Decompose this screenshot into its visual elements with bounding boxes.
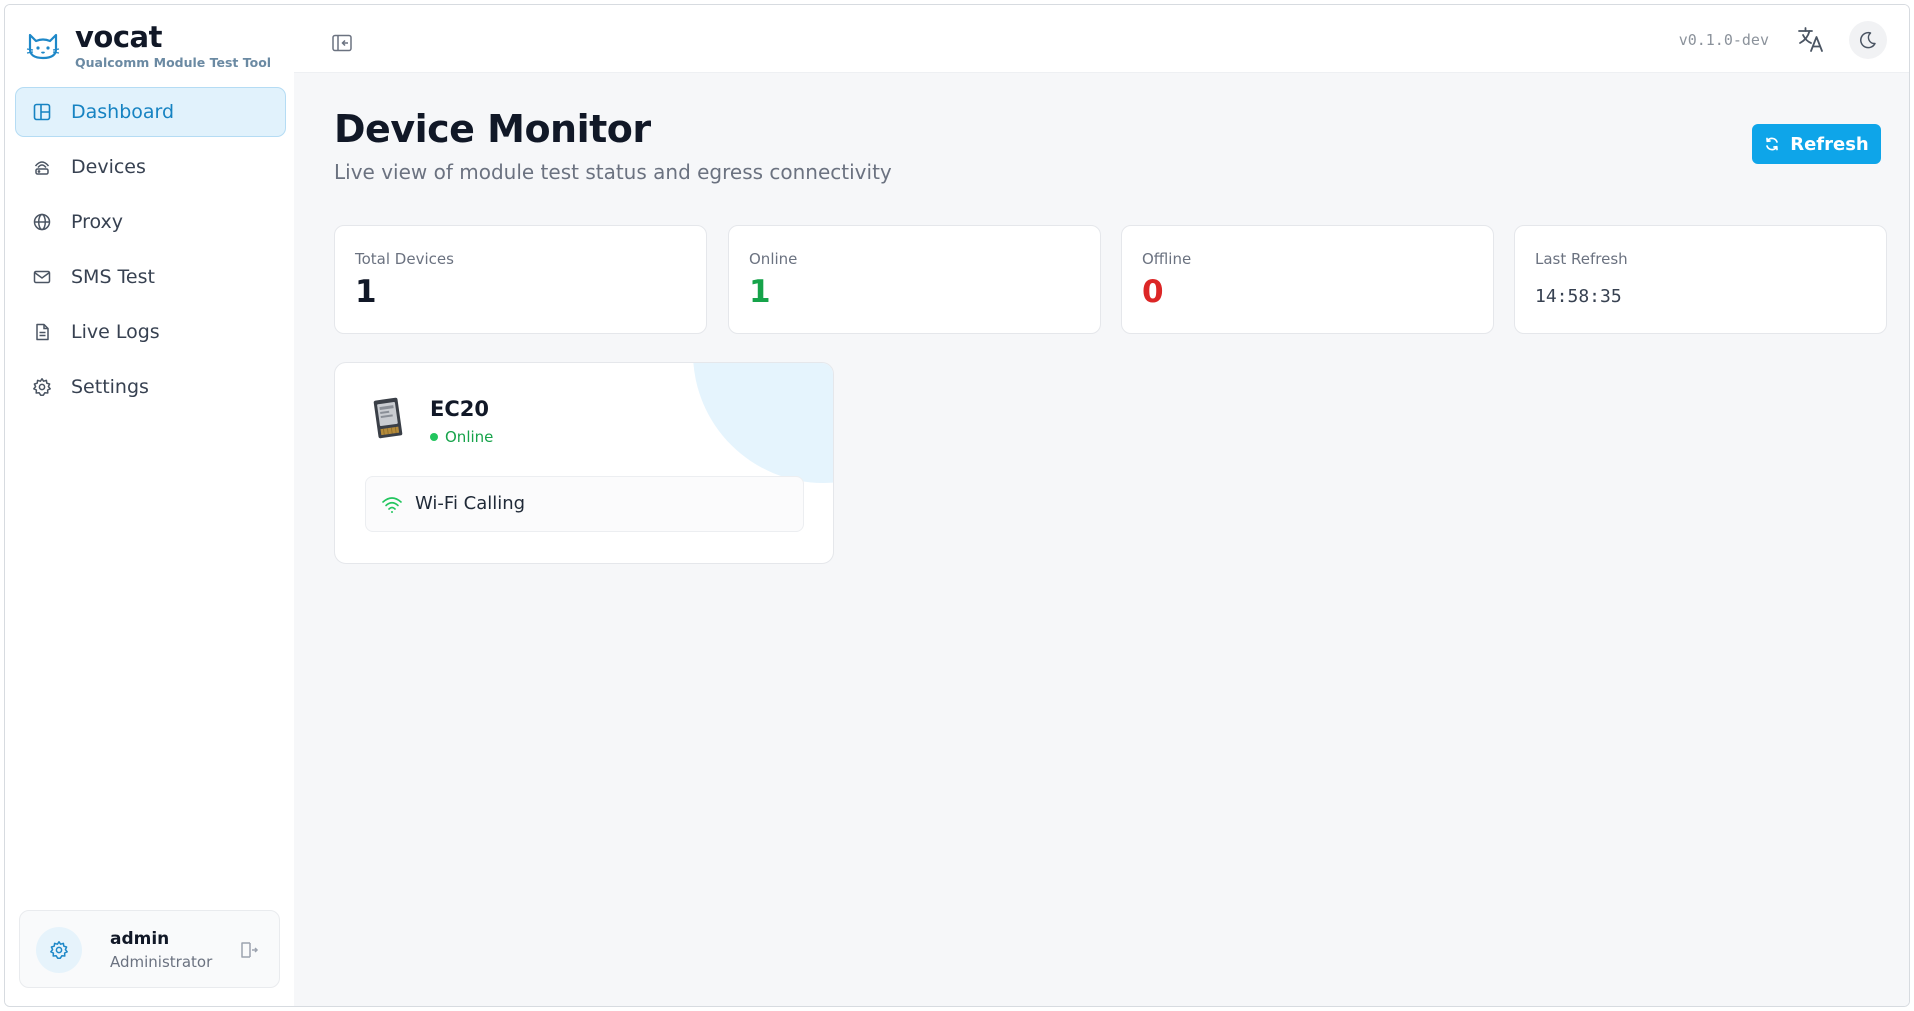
feature-label: Wi-Fi Calling [415,493,526,514]
sidebar-item-label: Proxy [71,211,124,233]
stat-card-offline: Offline 0 [1121,225,1494,334]
file-icon [31,321,53,343]
sidebar-item-label: Dashboard [71,101,175,123]
stat-card-total-devices: Total Devices 1 [334,225,707,334]
stat-value: 0 [1142,274,1164,310]
stat-value: 14:58:35 [1535,286,1622,307]
device-status-label: Online [445,428,494,446]
brand-name: vocat [75,20,162,54]
feature-item-wifi-calling: Wi-Fi Calling [365,476,804,532]
gear-icon [31,376,53,398]
user-role: Administrator [110,953,213,971]
page-title: Device Monitor [334,107,651,151]
wifi-icon [382,497,402,513]
main-content: v0.1.0-dev Device Monitor Live view of m… [294,5,1909,1006]
app-window: vocat Qualcomm Module Test Tool Dashboar… [4,4,1910,1007]
sidebar-item-settings[interactable]: Settings [15,362,286,412]
globe-icon [31,211,53,233]
devices-icon [31,156,53,178]
topbar: v0.1.0-dev [294,5,1909,73]
cat-logo-icon [26,33,60,60]
mail-icon [31,266,53,288]
user-name: admin [110,929,170,949]
avatar[interactable] [36,927,82,973]
sidebar-collapse-icon[interactable] [330,31,354,55]
theme-toggle-button[interactable] [1849,21,1887,59]
stat-card-online: Online 1 [728,225,1101,334]
module-chip-icon [373,397,403,439]
sidebar-item-label: Settings [71,376,149,398]
status-dot-icon [430,433,438,441]
sidebar-item-label: SMS Test [71,266,155,288]
stat-value: 1 [749,274,771,310]
stat-value: 1 [355,274,377,310]
sidebar-item-dashboard[interactable]: Dashboard [15,87,286,137]
sidebar-item-devices[interactable]: Devices [15,142,286,192]
sidebar-item-label: Live Logs [71,321,160,343]
page-subtitle: Live view of module test status and egre… [334,160,892,184]
status-badge: Online [430,428,493,446]
sidebar-item-label: Devices [71,156,146,178]
user-card: admin Administrator [19,910,280,988]
refresh-button[interactable]: Refresh [1752,124,1881,164]
sidebar-item-sms-test[interactable]: SMS Test [15,252,286,302]
stat-card-last-refresh: Last Refresh 14:58:35 [1514,225,1887,334]
sidebar-item-proxy[interactable]: Proxy [15,197,286,247]
sidebar: vocat Qualcomm Module Test Tool Dashboar… [5,5,294,1006]
dashboard-icon [31,101,53,123]
brand: vocat Qualcomm Module Test Tool [25,21,271,70]
stat-label: Last Refresh [1535,250,1628,268]
logout-icon[interactable] [237,939,259,961]
sidebar-nav: Dashboard Devices Proxy SMS Test Live Lo… [15,87,286,417]
refresh-label: Refresh [1790,133,1869,155]
card-decoration [693,363,833,483]
stat-label: Online [749,250,798,268]
refresh-icon [1766,137,1779,151]
moon-icon [1860,31,1876,49]
sidebar-item-live-logs[interactable]: Live Logs [15,307,286,357]
stat-label: Offline [1142,250,1192,268]
device-name: EC20 [430,397,489,421]
translate-icon[interactable] [1795,23,1827,55]
brand-subtitle: Qualcomm Module Test Tool [75,55,272,70]
device-card[interactable]: EC20 Online Wi-Fi Calling [334,362,834,564]
version-label: v0.1.0-dev [1678,31,1769,49]
gear-icon [50,941,68,959]
stat-label: Total Devices [355,250,454,268]
